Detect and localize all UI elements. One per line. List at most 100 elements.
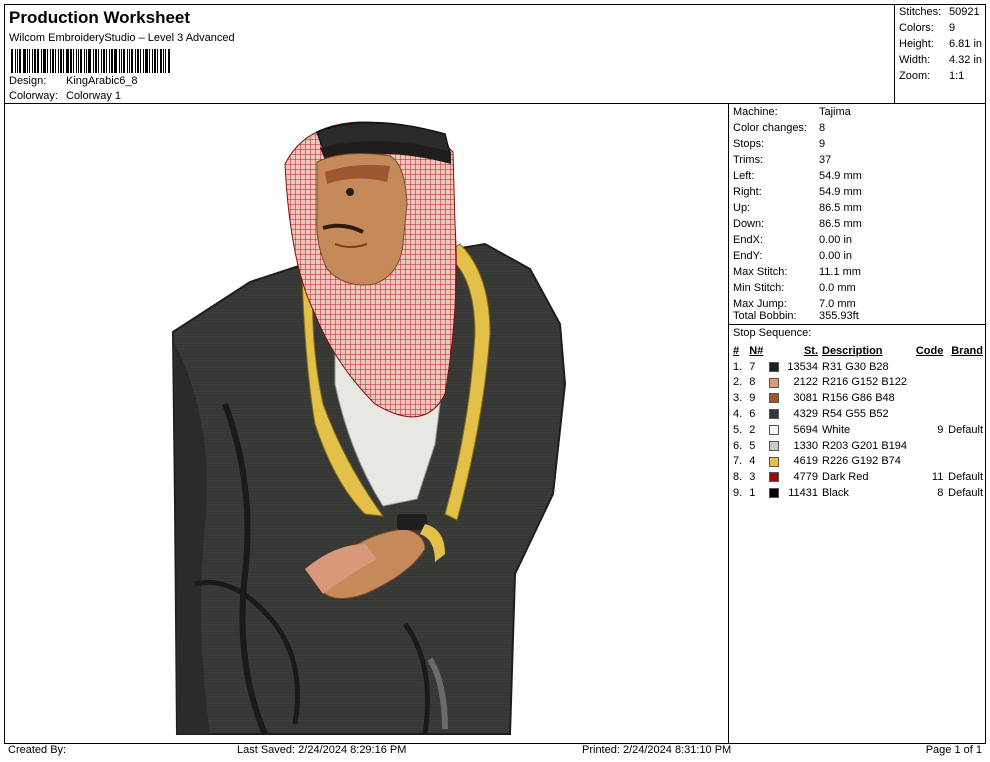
row-description: R54 G55 B52 bbox=[822, 408, 889, 421]
barcode-bar bbox=[101, 49, 102, 73]
row-needle: 2 bbox=[749, 423, 756, 436]
table-row: 4. 6 4329 R54 G55 B52 bbox=[731, 406, 985, 422]
row-stitches: 4619 bbox=[793, 455, 818, 468]
col-stitches: St. bbox=[803, 344, 818, 357]
barcode-bar bbox=[111, 49, 113, 73]
barcode-bar bbox=[15, 49, 16, 73]
row-code bbox=[912, 375, 945, 391]
page-number: Page 1 of 1 bbox=[925, 744, 982, 756]
row-stitches: 11431 bbox=[788, 487, 818, 500]
stat-width: Width: 4.32 in bbox=[899, 54, 983, 66]
color-swatch-icon bbox=[769, 488, 780, 499]
page-title: Production Worksheet bbox=[9, 8, 191, 27]
barcode-bar bbox=[27, 49, 28, 73]
row-brand: Default bbox=[948, 471, 983, 484]
row-code: 11 bbox=[931, 471, 944, 484]
row-num: 6. bbox=[733, 439, 743, 452]
barcode-bar bbox=[34, 49, 36, 73]
stats-panel: Stitches: 50921 Colors: 9 Height: 6.81 in W… bbox=[894, 4, 986, 104]
row-description: White bbox=[822, 423, 851, 436]
total-bobbin-row: Total Bobbin: 355.93ft bbox=[733, 310, 859, 322]
barcode-icon bbox=[11, 49, 221, 73]
row-stitches: 3081 bbox=[793, 392, 818, 405]
row-num: 8. bbox=[733, 471, 743, 484]
row-code: 8 bbox=[937, 487, 944, 500]
trims-row: Trims: 37 bbox=[733, 154, 832, 166]
software-subtitle: Wilcom EmbroideryStudio – Level 3 Advanc… bbox=[9, 32, 235, 44]
row-stitches: 2122 bbox=[793, 376, 818, 389]
barcode-bar bbox=[98, 49, 99, 73]
table-header-row: # N# St. Description Code Brand bbox=[731, 343, 985, 359]
barcode-bar bbox=[131, 49, 133, 73]
stat-colors: Colors: 9 bbox=[899, 22, 956, 34]
row-num: 9. bbox=[733, 487, 743, 500]
barcode-bar bbox=[47, 49, 48, 73]
row-description: R156 G86 B48 bbox=[822, 392, 895, 405]
barcode-bar bbox=[123, 49, 125, 73]
row-description: R203 G201 B194 bbox=[822, 439, 908, 452]
right-row: Right: 54.9 mm bbox=[733, 186, 862, 198]
color-swatch-icon bbox=[769, 440, 780, 451]
barcode-bar bbox=[168, 49, 170, 73]
row-brand bbox=[945, 438, 985, 454]
barcode-bar bbox=[154, 49, 156, 73]
swatch-cell bbox=[767, 454, 782, 470]
created-by: Created By: bbox=[8, 744, 67, 756]
row-code: 9 bbox=[937, 423, 944, 436]
barcode-bar bbox=[137, 49, 139, 73]
row-description: R31 G30 B28 bbox=[822, 360, 889, 373]
barcode-bar bbox=[55, 49, 56, 73]
barcode-bar bbox=[88, 49, 91, 73]
barcode-bar bbox=[19, 49, 21, 73]
row-stitches: 5694 bbox=[793, 423, 818, 436]
color-swatch-icon bbox=[769, 456, 780, 467]
barcode-bar bbox=[63, 49, 64, 73]
barcode-bar bbox=[23, 49, 26, 73]
table-row: 9. 1 11431 Black 8 Default bbox=[731, 485, 985, 501]
row-needle: 1 bbox=[749, 487, 756, 500]
swatch-cell bbox=[767, 438, 782, 454]
row-needle: 8 bbox=[749, 376, 756, 389]
row-stitches: 13534 bbox=[787, 360, 818, 373]
row-needle: 9 bbox=[749, 392, 756, 405]
row-num: 4. bbox=[733, 408, 743, 421]
row-description: R216 G152 B122 bbox=[822, 376, 908, 389]
row-needle: 4 bbox=[749, 455, 756, 468]
barcode-bar bbox=[129, 49, 130, 73]
barcode-bar bbox=[73, 49, 74, 73]
row-brand: Default bbox=[948, 423, 983, 436]
max-stitch-row: Max Stitch: 11.1 mm bbox=[733, 266, 861, 278]
row-num: 7. bbox=[733, 455, 743, 468]
min-stitch-row: Min Stitch: 0.0 mm bbox=[733, 282, 856, 294]
row-description: Black bbox=[822, 487, 849, 500]
design-label: Design: bbox=[9, 75, 47, 87]
stop-sequence-panel: Stop Sequence: # N# St. Description Code… bbox=[728, 324, 986, 744]
endy-row: EndY: 0.00 in bbox=[733, 250, 853, 262]
barcode-bar bbox=[149, 49, 150, 73]
row-code bbox=[912, 406, 945, 422]
barcode-bar bbox=[152, 49, 153, 73]
col-description: Description bbox=[822, 344, 883, 357]
design-value: KingArabic6_8 bbox=[66, 75, 138, 87]
stat-height: Height: 6.81 in bbox=[899, 38, 983, 50]
color-changes-row: Color changes: 8 bbox=[733, 122, 826, 134]
row-needle: 5 bbox=[749, 439, 756, 452]
barcode-bar bbox=[157, 49, 158, 73]
barcode-bar bbox=[37, 49, 39, 73]
row-brand bbox=[945, 406, 985, 422]
barcode-bar bbox=[32, 49, 33, 73]
stat-stitches: Stitches: 50921 bbox=[899, 6, 980, 18]
row-stitches: 1330 bbox=[793, 439, 818, 452]
up-row: Up: 86.5 mm bbox=[733, 202, 862, 214]
barcode-bar bbox=[58, 49, 59, 73]
barcode-bar bbox=[163, 49, 164, 73]
table-row: 1. 7 13534 R31 G30 B28 bbox=[731, 359, 985, 375]
barcode-bar bbox=[145, 49, 148, 73]
barcode-bar bbox=[106, 49, 107, 73]
row-description: R226 G192 B74 bbox=[822, 455, 901, 468]
row-stitches: 4779 bbox=[793, 471, 818, 484]
worksheet-header: Production Worksheet Wilcom EmbroiderySt… bbox=[4, 4, 895, 104]
row-brand bbox=[945, 454, 985, 470]
row-num: 5. bbox=[733, 423, 743, 436]
barcode-bar bbox=[80, 49, 82, 73]
